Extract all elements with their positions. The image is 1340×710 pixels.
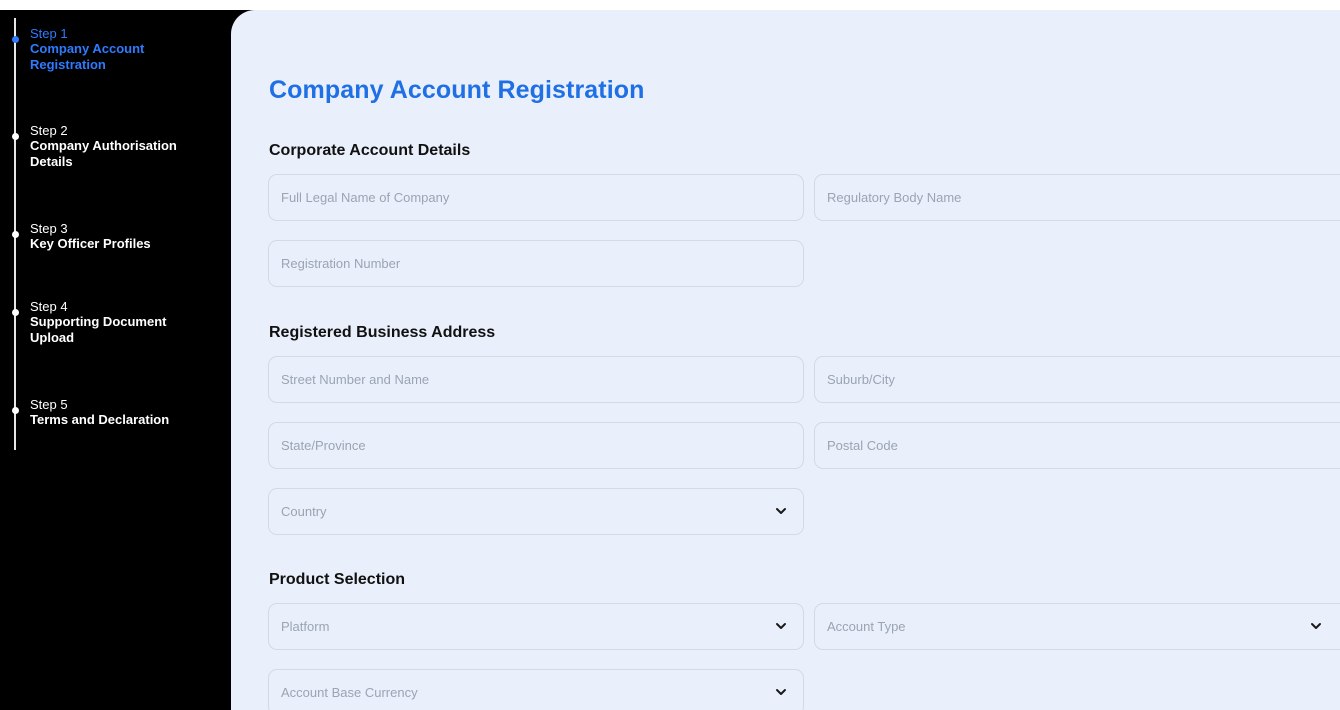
step-title: Company Authorisation Details <box>30 138 177 169</box>
app-frame: Step 1 Company Account Registration Step… <box>0 10 1340 710</box>
step-dot-icon <box>11 133 19 140</box>
step-dot-icon <box>11 231 19 238</box>
state-input[interactable] <box>269 423 803 468</box>
step-dot-icon <box>11 407 19 414</box>
base-currency-input[interactable] <box>269 670 803 710</box>
stepper-sidebar: Step 1 Company Account Registration Step… <box>0 10 230 710</box>
postal-code-input[interactable] <box>815 423 1340 468</box>
full-legal-name-field[interactable] <box>268 174 804 221</box>
step-title: Key Officer Profiles <box>30 236 151 251</box>
step-number: Step 2 <box>30 123 68 138</box>
state-field[interactable] <box>268 422 804 469</box>
account-type-input[interactable] <box>815 604 1340 649</box>
chevron-down-icon[interactable] <box>775 620 787 632</box>
page-title: Company Account Registration <box>269 76 645 104</box>
section-title-address: Registered Business Address <box>269 324 496 341</box>
step-4[interactable]: Step 4 Supporting Document Upload <box>11 299 225 345</box>
section-title-corporate: Corporate Account Details <box>269 142 471 159</box>
chevron-down-icon[interactable] <box>775 686 787 698</box>
registration-number-field[interactable] <box>268 240 804 287</box>
country-select[interactable] <box>268 488 804 535</box>
regulatory-body-input[interactable] <box>815 175 1340 220</box>
country-input[interactable] <box>269 489 803 534</box>
step-3[interactable]: Step 3 Key Officer Profiles <box>11 221 225 252</box>
step-title: Terms and Declaration <box>30 412 170 427</box>
step-dot-icon <box>11 36 19 43</box>
postal-code-field[interactable] <box>814 422 1340 469</box>
street-field[interactable] <box>268 356 804 403</box>
step-dot-icon <box>11 309 19 316</box>
step-title: Supporting Document Upload <box>30 314 167 345</box>
step-1[interactable]: Step 1 Company Account Registration <box>11 26 225 72</box>
base-currency-select[interactable] <box>268 669 804 710</box>
section-title-product: Product Selection <box>269 571 406 588</box>
step-number: Step 4 <box>30 299 68 314</box>
step-title: Company Account Registration <box>30 41 145 72</box>
step-number: Step 1 <box>30 26 68 41</box>
regulatory-body-field[interactable] <box>814 174 1340 221</box>
step-number: Step 5 <box>30 397 68 412</box>
step-2[interactable]: Step 2 Company Authorisation Details <box>11 123 225 169</box>
step-number: Step 3 <box>30 221 68 236</box>
street-input[interactable] <box>269 357 803 402</box>
account-type-select[interactable] <box>814 603 1340 650</box>
chevron-down-icon[interactable] <box>775 505 787 517</box>
registration-number-input[interactable] <box>269 241 803 286</box>
suburb-field[interactable] <box>814 356 1340 403</box>
suburb-input[interactable] <box>815 357 1340 402</box>
chevron-down-icon[interactable] <box>1310 620 1322 632</box>
platform-input[interactable] <box>269 604 803 649</box>
step-5[interactable]: Step 5 Terms and Declaration <box>11 397 225 428</box>
platform-select[interactable] <box>268 603 804 650</box>
main-panel: Company Account Registration Corporate A… <box>231 10 1340 710</box>
full-legal-name-input[interactable] <box>269 175 803 220</box>
